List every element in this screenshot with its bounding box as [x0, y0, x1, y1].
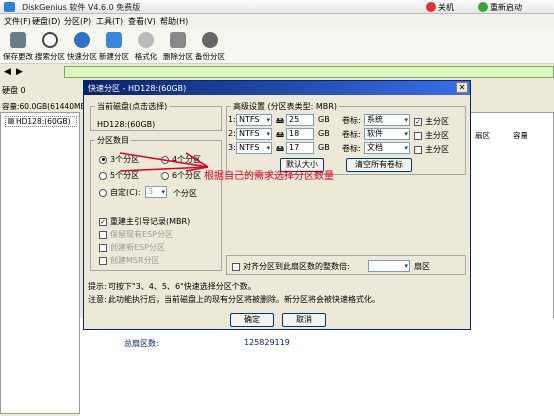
dialog-title: 快速分区 - HD128:(60GB) [88, 84, 187, 93]
align-select[interactable] [368, 260, 410, 272]
size-unit: GB [318, 129, 330, 138]
primary-checkbox[interactable]: ✓ 主分区 [414, 116, 449, 127]
format-icon [138, 32, 154, 48]
quick-partition-dialog: 快速分区 - HD128:(60GB) ✕ 当前磁盘(点击选择) HD128:(… [83, 80, 471, 330]
size-input[interactable]: 18 [286, 128, 314, 140]
disk-tree: HD128:(60GB) [0, 112, 80, 414]
ok-button[interactable]: 确定 [230, 313, 274, 327]
menu-help[interactable]: 帮助(H) [160, 16, 188, 27]
tree-item-disk[interactable]: HD128:(60GB) [5, 116, 77, 127]
filesystem-select[interactable]: NTFS [236, 142, 272, 154]
total-sectors-value: 125829119 [244, 338, 290, 347]
backup-icon [202, 32, 218, 48]
size-input[interactable]: 25 [286, 114, 314, 126]
delete-icon [170, 32, 186, 48]
prev-disk-arrow-icon[interactable]: ◀ [4, 67, 11, 77]
primary-checkbox[interactable]: 主分区 [414, 144, 449, 155]
new-partition-icon [106, 32, 122, 48]
col-sector: 扇区 [475, 131, 490, 140]
create-msr-checkbox[interactable]: 创建MSR分区 [99, 255, 160, 266]
advanced-legend: 高级设置 (分区表类型: MBR) [233, 102, 337, 111]
annotation-arrows [119, 152, 209, 172]
size-input[interactable]: 17 [286, 142, 314, 154]
search-icon [42, 32, 58, 48]
volume-label-select[interactable]: 软件 [364, 128, 410, 140]
volume-label-select[interactable]: 文档 [364, 142, 410, 154]
note-label: 注意: [88, 295, 107, 304]
toolbar: 保存更改 搜索分区 快速分区 新建分区 格式化 删除分区 备份分区 [0, 28, 554, 64]
disk-capacity: 容量:60.0GB(61440MB) [2, 102, 89, 111]
align-checkbox[interactable]: 对齐分区到此扇区数的整数倍: [232, 261, 350, 272]
note-text: 此功能执行后，当前磁盘上的现有分区将被删除。新分区将会被快速格式化。 [108, 295, 380, 304]
filesystem-select[interactable]: NTFS [236, 114, 272, 126]
dialog-title-bar: 快速分区 - HD128:(60GB) ✕ [84, 81, 470, 95]
total-sectors-label: 总扇区数: [124, 339, 159, 348]
disk-size-icon: 🖴 [276, 144, 285, 153]
menu-partition[interactable]: 分区(P) [64, 16, 91, 27]
disk-map-bar[interactable] [64, 66, 554, 78]
cancel-button[interactable]: 取消 [282, 313, 326, 327]
backup-partition-button[interactable]: 备份分区 [194, 30, 226, 62]
align-unit: 扇区 [414, 262, 430, 271]
shutdown-button[interactable]: 关机 [426, 1, 454, 13]
new-partition-button[interactable]: 新建分区 [98, 30, 130, 62]
menu-disk[interactable]: 硬盘(D) [32, 16, 60, 27]
search-partition-button[interactable]: 搜索分区 [34, 30, 66, 62]
size-unit: GB [318, 143, 330, 152]
primary-checkbox[interactable]: 主分区 [414, 130, 449, 141]
save-button[interactable]: 保存更改 [2, 30, 34, 62]
details-panel: 总扇区数: 125829119 [80, 318, 554, 416]
disk-icon [8, 118, 14, 124]
hint-text: 可按下"3、4、5、6"快速选择分区个数。 [108, 282, 256, 291]
format-button[interactable]: 格式化 [130, 30, 162, 62]
app-icon [4, 2, 15, 12]
size-unit: GB [318, 115, 330, 124]
menu-bar: 文件(F) 硬盘(D) 分区(P) 工具(T) 查看(V) 帮助(H) [0, 14, 554, 28]
restart-icon [478, 2, 488, 12]
menu-view[interactable]: 查看(V) [128, 16, 156, 27]
row-index: 2: [228, 129, 236, 138]
current-disk-value[interactable]: HD128:(60GB) [97, 120, 155, 129]
disk-label: 硬盘 0 [2, 86, 26, 95]
disk-size-icon: 🖴 [276, 116, 285, 125]
close-icon[interactable]: ✕ [456, 82, 468, 93]
title-bar: DiskGenius 软件 V4.6.0 免费版 关机 重新启动 赞助 [0, 0, 554, 26]
create-esp-checkbox[interactable]: 创建新ESP分区 [99, 242, 165, 253]
filesystem-select[interactable]: NTFS [236, 128, 272, 140]
row-index: 1: [228, 115, 236, 124]
quick-partition-icon [74, 32, 90, 48]
restart-button[interactable]: 重新启动 [478, 1, 522, 13]
menu-file[interactable]: 文件(F) [4, 16, 31, 27]
delete-partition-button[interactable]: 删除分区 [162, 30, 194, 62]
current-disk-legend: 当前磁盘(点击选择) [97, 102, 168, 111]
menu-tools[interactable]: 工具(T) [96, 16, 123, 27]
power-icon [426, 2, 436, 12]
col-capacity: 容量 [513, 131, 528, 140]
annotation-text: 根据自己的需求选择分区数量 [204, 171, 334, 182]
quick-partition-button[interactable]: 快速分区 [66, 30, 98, 62]
volume-label-caption: 卷标: [342, 116, 361, 125]
row-index: 3: [228, 143, 236, 152]
volume-label-caption: 卷标: [342, 130, 361, 139]
volume-label-caption: 卷标: [342, 144, 361, 153]
disk-size-icon: 🖴 [276, 130, 285, 139]
window-title: DiskGenius 软件 V4.6.0 免费版 [22, 3, 141, 12]
volume-label-select[interactable]: 系统 [364, 114, 410, 126]
current-disk-group: 当前磁盘(点击选择) HD128:(60GB) [90, 101, 222, 131]
clear-labels-button[interactable]: 清空所有卷标 [346, 158, 412, 172]
next-disk-arrow-icon[interactable]: ▶ [16, 67, 23, 77]
save-icon [10, 32, 26, 48]
hint-label: 提示: [88, 282, 107, 291]
partition-table: 扇区 容量 [470, 112, 554, 352]
